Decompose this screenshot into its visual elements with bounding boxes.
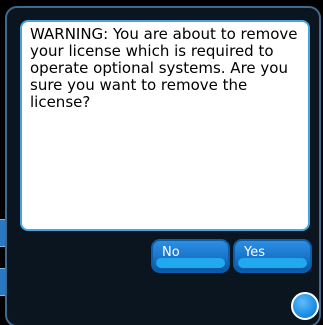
screen: WARNING: You are about to remove your li…	[0, 0, 323, 325]
warning-message: WARNING: You are about to remove your li…	[30, 25, 298, 111]
yes-button[interactable]: Yes	[233, 239, 312, 273]
no-button-label: No	[162, 245, 180, 260]
no-button[interactable]: No	[151, 239, 230, 273]
circle-button-icon[interactable]	[291, 292, 319, 320]
yes-button-label: Yes	[244, 245, 265, 260]
message-panel: WARNING: You are about to remove your li…	[20, 20, 310, 231]
